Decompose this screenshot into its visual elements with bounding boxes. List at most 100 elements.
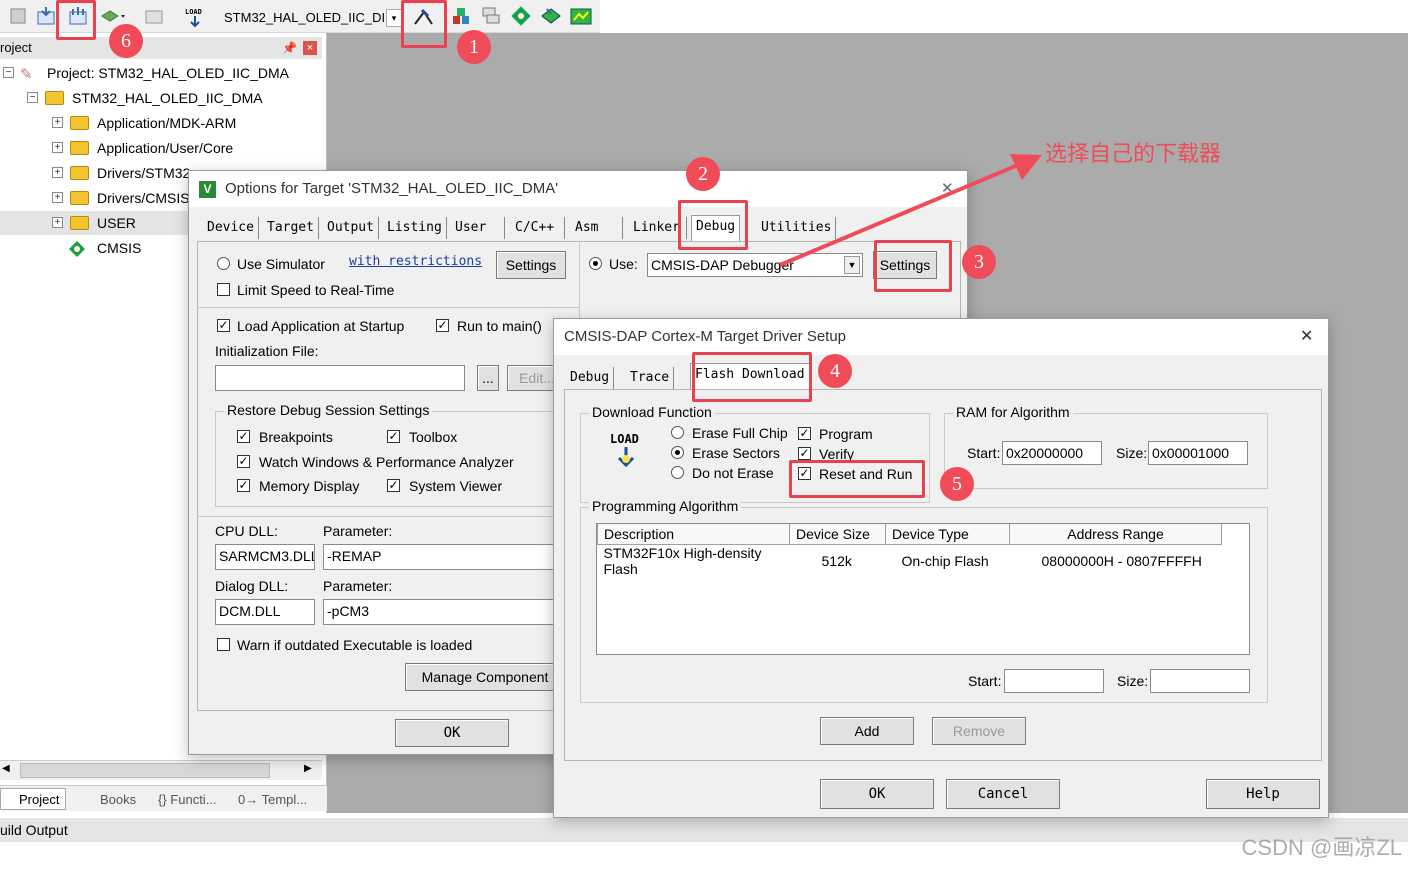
tab-output[interactable]: Output <box>323 217 379 239</box>
stop-build-icon[interactable] <box>144 6 164 26</box>
pack-installer-icon[interactable] <box>511 6 531 26</box>
verify-checkbox[interactable]: ✓ <box>798 447 811 460</box>
cmsis-cancel-button[interactable]: Cancel <box>946 779 1060 809</box>
column-header[interactable]: Device Size <box>789 524 886 545</box>
tree-project[interactable]: − ✎ Project: STM32_HAL_OLED_IIC_DMA <box>0 61 320 85</box>
expand-icon[interactable]: + <box>52 217 63 228</box>
algo-size-input[interactable] <box>1150 669 1250 693</box>
browse-button[interactable]: ... <box>477 365 499 391</box>
tree-target[interactable]: − STM32_HAL_OLED_IIC_DMA <box>0 86 320 110</box>
tab-trace[interactable]: Trace <box>626 367 675 389</box>
erase-sectors-radio[interactable] <box>671 446 684 459</box>
load-app-checkbox[interactable]: ✓ <box>217 319 230 332</box>
run-to-main-checkbox[interactable]: ✓ <box>436 319 449 332</box>
do-not-erase-radio[interactable] <box>671 466 684 479</box>
event-recorder-icon[interactable] <box>570 6 592 26</box>
tab-project[interactable]: Project <box>0 788 67 810</box>
tab-user[interactable]: User <box>451 217 505 239</box>
svg-text:LOAD: LOAD <box>610 432 639 446</box>
cpu-dll-value: SARMCM3.DLL <box>219 548 315 564</box>
program-checkbox[interactable]: ✓ <box>798 427 811 440</box>
watch-windows-label: Watch Windows & Performance Analyzer <box>259 454 514 470</box>
use-debugger-radio[interactable] <box>589 257 602 270</box>
dialog-param-input[interactable]: -pCM3 <box>323 599 563 625</box>
start-label: Start: <box>967 445 1001 461</box>
cmsis-help-button[interactable]: Help <box>1206 779 1320 809</box>
target-select[interactable]: STM32_HAL_OLED_IIC_DI ▾ <box>220 7 402 29</box>
scroll-thumb[interactable] <box>20 763 270 778</box>
memory-display-checkbox[interactable]: ✓ <box>237 479 250 492</box>
tab-functions[interactable]: {} Functi... <box>158 789 217 811</box>
tab-target[interactable]: Target <box>263 217 319 239</box>
scroll-right-icon[interactable]: ▶ <box>304 763 312 774</box>
column-header[interactable]: Description <box>597 524 790 545</box>
tree-group[interactable]: + Application/User/Core <box>0 136 320 160</box>
manage-project-icon[interactable] <box>451 6 471 26</box>
tree-group[interactable]: + Drivers/CMSIS <box>0 186 190 210</box>
table-cell: 08000000H - 0807FFFFH <box>1041 552 1202 569</box>
tree-group-selected[interactable]: + USER <box>0 211 190 235</box>
tab-asm[interactable]: Asm <box>571 217 623 239</box>
toolbox-checkbox[interactable]: ✓ <box>387 430 400 443</box>
with-restrictions-link[interactable]: with restrictions <box>349 254 482 269</box>
close-icon[interactable]: ✕ <box>1300 319 1313 355</box>
build-icon[interactable] <box>36 6 56 26</box>
algo-start-input[interactable] <box>1004 669 1104 693</box>
remove-button[interactable]: Remove <box>932 717 1026 745</box>
scroll-left-icon[interactable]: ◀ <box>2 763 10 774</box>
group-label: USER <box>97 215 136 231</box>
init-file-input[interactable] <box>215 365 465 391</box>
target-name: STM32_HAL_OLED_IIC_DI <box>224 10 386 25</box>
tab-device[interactable]: Device <box>203 217 259 239</box>
tree-component[interactable]: CMSIS <box>0 236 190 260</box>
collapse-icon[interactable]: − <box>3 67 14 78</box>
system-viewer-checkbox[interactable]: ✓ <box>387 479 400 492</box>
column-header[interactable]: Address Range <box>1009 524 1222 545</box>
tab-templates[interactable]: 0→ Templ... <box>238 789 307 811</box>
use-simulator-radio[interactable] <box>217 257 230 270</box>
cmsis-ok-button[interactable]: OK <box>820 779 934 809</box>
load-icon[interactable]: LOAD <box>184 6 204 28</box>
tree-group[interactable]: + Drivers/STM32F1xx_HAL_Dri <box>0 161 190 185</box>
add-button[interactable]: Add <box>820 717 914 745</box>
select-packs-icon[interactable] <box>481 6 501 26</box>
tab-listing[interactable]: Listing <box>383 217 447 239</box>
watch-windows-checkbox[interactable]: ✓ <box>237 455 250 468</box>
batch-build-icon[interactable] <box>100 6 125 26</box>
translate-icon[interactable] <box>8 6 28 26</box>
expand-icon[interactable]: + <box>52 142 63 153</box>
erase-full-radio[interactable] <box>671 426 684 439</box>
tab-debug[interactable]: Debug <box>566 367 615 389</box>
ram-start-input[interactable]: 0x20000000 <box>1002 441 1102 465</box>
tab-books[interactable]: Books <box>78 789 140 811</box>
expand-icon[interactable]: + <box>52 192 63 203</box>
svg-text:LOAD: LOAD <box>185 8 202 16</box>
cpu-dll-input[interactable]: SARMCM3.DLL <box>215 544 315 570</box>
simulator-settings-button[interactable]: Settings <box>496 251 566 279</box>
dialog-dll-input[interactable]: DCM.DLL <box>215 599 315 625</box>
project-icon: ✎ <box>20 66 33 83</box>
column-header[interactable]: Device Type <box>885 524 1010 545</box>
cpu-param-input[interactable]: -REMAP <box>323 544 563 570</box>
algorithm-table[interactable]: Description Device Size Device Type Addr… <box>596 523 1250 655</box>
breakpoints-checkbox[interactable]: ✓ <box>237 430 250 443</box>
manage-components-button[interactable]: Manage Component <box>405 663 565 691</box>
expand-icon[interactable]: + <box>52 167 63 178</box>
tab-label: Asm <box>575 220 599 235</box>
options-ok-button[interactable]: OK <box>395 719 509 747</box>
ram-size-input[interactable]: 0x00001000 <box>1148 441 1248 465</box>
warn-outdated-checkbox[interactable] <box>217 638 230 651</box>
horizontal-scrollbar[interactable]: ◀ ▶ <box>0 760 322 780</box>
close-icon[interactable]: × <box>303 41 317 55</box>
tree-group[interactable]: + Application/MDK-ARM <box>0 111 320 135</box>
button-label: OK <box>443 725 461 741</box>
manage-components-icon[interactable] <box>541 6 561 26</box>
tab-cpp[interactable]: C/C++ <box>511 217 565 239</box>
erase-full-label: Erase Full Chip <box>692 425 788 441</box>
limit-speed-checkbox[interactable] <box>217 283 230 296</box>
collapse-icon[interactable]: − <box>27 92 38 103</box>
expand-icon[interactable]: + <box>52 117 63 128</box>
cpu-param-label: Parameter: <box>323 523 393 539</box>
table-row[interactable]: STM32F10x High-density Flash 512k On-chi… <box>598 544 1222 577</box>
pin-icon[interactable]: 📌 <box>282 37 297 59</box>
